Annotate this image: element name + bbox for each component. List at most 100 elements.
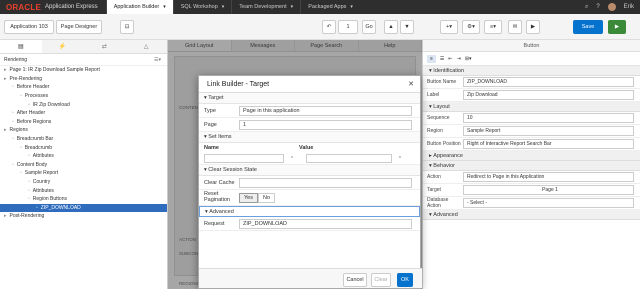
help-icon[interactable]: ? xyxy=(596,4,599,10)
shared-components-tab-icon[interactable]: △ xyxy=(125,40,167,53)
up-icon[interactable]: ▲ xyxy=(384,20,398,34)
folder-icon: ▸ xyxy=(4,213,7,220)
tree-node[interactable]: ▫ Content Body xyxy=(0,161,167,170)
chevron-down-icon: ▾ xyxy=(163,4,166,10)
user-menu[interactable]: ⌕ ? Erik xyxy=(585,0,634,14)
tree-node[interactable]: ▸ Page 1: IR Zip Download Sample Report xyxy=(0,66,167,75)
reset-no-toggle[interactable]: No xyxy=(257,192,276,203)
prop-label: Action xyxy=(427,174,441,180)
search-icon[interactable]: ⌕ xyxy=(585,4,588,11)
tab-sql-workshop[interactable]: SQL Workshop ▾ xyxy=(172,0,232,14)
prop-target: Target Page 1 xyxy=(423,184,640,197)
tree-node-label: Content Body xyxy=(16,161,48,168)
tree-node[interactable]: ▫ Sample Report xyxy=(0,169,167,178)
row-request: Request ZIP_DOWNLOAD xyxy=(199,217,420,231)
tree-node-label: Sample Report xyxy=(24,170,59,177)
reset-yes-toggle[interactable]: Yes xyxy=(239,192,258,203)
tree-node[interactable]: ▫ After Header xyxy=(0,109,167,118)
add-icon[interactable]: +▾ xyxy=(440,20,458,34)
goto-group-icon[interactable]: ⊞▾ xyxy=(465,56,472,62)
section-identification[interactable]: ▾ Identification xyxy=(423,66,640,76)
tree-node[interactable]: ▫ Breadcrumb Bar xyxy=(0,135,167,144)
section-advanced[interactable]: ▾ Advanced xyxy=(199,206,420,217)
tree-node[interactable]: ▸ Regions xyxy=(0,126,167,135)
action-select[interactable]: Redirect to Page in this Application xyxy=(463,172,634,182)
tree-node[interactable]: ▫ Before Regions xyxy=(0,118,167,127)
section-clear-session[interactable]: ▾ Clear Session State xyxy=(199,165,420,176)
tab-button[interactable]: Button xyxy=(423,40,640,51)
tab-team-development[interactable]: Team Development ▾ xyxy=(231,0,300,14)
tab-label: SQL Workshop xyxy=(180,4,218,10)
node-icon: ▫ xyxy=(12,110,14,117)
show-common-icon[interactable]: ≡ xyxy=(427,54,436,63)
prop-label: Sequence xyxy=(427,115,450,121)
expand-icon[interactable]: ⇥ xyxy=(457,56,461,62)
rendering-tab-icon[interactable]: ▤ xyxy=(0,40,42,53)
collapse-icon[interactable]: ⇤ xyxy=(448,56,452,62)
left-pane: ▤ ⚡ ⇄ △ Rendering ☰▾ ▸ Page 1: IR Zip Dow… xyxy=(0,40,168,289)
tree-node[interactable]: ▫ ZIP_DOWNLOAD xyxy=(0,203,167,213)
go-button[interactable]: Go xyxy=(362,20,376,34)
section-appearance[interactable]: ▸ Appearance xyxy=(423,151,640,161)
section-advanced[interactable]: ▾ Advanced xyxy=(423,210,640,220)
label-field[interactable]: Zip Download xyxy=(463,90,634,100)
cancel-button[interactable]: Cancel xyxy=(343,273,367,287)
section-layout[interactable]: ▾ Layout xyxy=(423,102,640,112)
lock-icon[interactable]: ⊡ xyxy=(120,20,134,34)
tree-node[interactable]: ▫ Country xyxy=(0,178,167,187)
dynamic-actions-tab-icon[interactable]: ⚡ xyxy=(42,40,84,53)
show-all-icon[interactable]: ☰ xyxy=(440,56,444,62)
section-set-items[interactable]: ▾ Set Items xyxy=(199,132,420,143)
tree-node[interactable]: ▫ IR Zip Download xyxy=(0,100,167,109)
item-name-input[interactable] xyxy=(204,154,284,163)
region-select[interactable]: Sample Report xyxy=(463,126,634,136)
tree-node[interactable]: ▫ Processes xyxy=(0,92,167,101)
target-button[interactable]: Page 1 xyxy=(463,185,634,195)
type-select[interactable]: Page in this application xyxy=(239,105,412,116)
sequence-field[interactable]: 10 xyxy=(463,113,634,123)
tree-node[interactable]: ▸ Pre-Rendering xyxy=(0,75,167,84)
section-behavior[interactable]: ▾ Behavior xyxy=(423,161,640,171)
chevron-up-icon[interactable]: ⌃ xyxy=(288,156,296,162)
clear-button[interactable]: Clear xyxy=(371,273,391,287)
run-icon[interactable]: ▶ xyxy=(526,20,540,34)
run-page-button[interactable]: ▶ xyxy=(608,20,626,34)
field-label: Reset Pagination xyxy=(204,191,230,203)
tree-node[interactable]: ▫ Attributes xyxy=(0,152,167,161)
down-icon[interactable]: ▼ xyxy=(400,20,414,34)
menu-icon[interactable]: ☰▾ xyxy=(154,57,161,63)
undo-icon[interactable]: ↶ xyxy=(322,20,336,34)
tree-node-label: Breadcrumb Bar xyxy=(16,136,54,143)
chevron-up-icon[interactable]: ⌃ xyxy=(396,156,404,162)
tree-node[interactable]: ▫ Region Buttons xyxy=(0,195,167,204)
ok-button[interactable]: OK xyxy=(397,273,413,287)
wrench-icon[interactable]: ⚙▾ xyxy=(462,20,480,34)
tree-node[interactable]: ▫ Attributes xyxy=(0,186,167,195)
prop-label: Target xyxy=(427,187,441,193)
item-value-input[interactable] xyxy=(306,154,392,163)
breadcrumb-page-designer[interactable]: Page Designer xyxy=(56,20,102,34)
tree-node-label: Before Regions xyxy=(16,118,52,125)
close-icon[interactable]: ✕ xyxy=(408,80,414,88)
utilities-icon[interactable]: ≡▾ xyxy=(484,20,502,34)
button-position-select[interactable]: Right of Interactive Report Search Bar xyxy=(463,139,634,149)
tree-node[interactable]: ▸ Post-Rendering xyxy=(0,212,167,221)
product-name[interactable]: Application Express xyxy=(45,4,98,10)
tab-packaged-apps[interactable]: Packaged Apps ▾ xyxy=(300,0,360,14)
processing-tab-icon[interactable]: ⇄ xyxy=(84,40,126,53)
db-action-select[interactable]: - Select - xyxy=(463,198,634,208)
tab-app-builder[interactable]: Application Builder ▾ xyxy=(105,0,173,14)
rendering-tree: ▸ Page 1: IR Zip Download Sample Report ▸ P… xyxy=(0,66,167,221)
save-button[interactable]: Save xyxy=(573,20,603,34)
section-title: Clear Session State xyxy=(208,167,257,173)
tree-node[interactable]: ▫ Breadcrumb xyxy=(0,143,167,152)
page-number-input[interactable]: 1 xyxy=(338,20,358,34)
breadcrumb-app[interactable]: Application 103 xyxy=(4,20,54,34)
request-input[interactable]: ZIP_DOWNLOAD xyxy=(239,218,412,229)
tree-node[interactable]: ▫ Before Header xyxy=(0,83,167,92)
page-input[interactable]: 1 xyxy=(239,119,412,130)
clear-cache-input[interactable] xyxy=(239,177,412,188)
comment-icon[interactable]: ✉ xyxy=(508,20,522,34)
section-target[interactable]: ▾ Target xyxy=(199,93,420,104)
button-name-field[interactable]: ZIP_DOWNLOAD xyxy=(463,77,634,87)
